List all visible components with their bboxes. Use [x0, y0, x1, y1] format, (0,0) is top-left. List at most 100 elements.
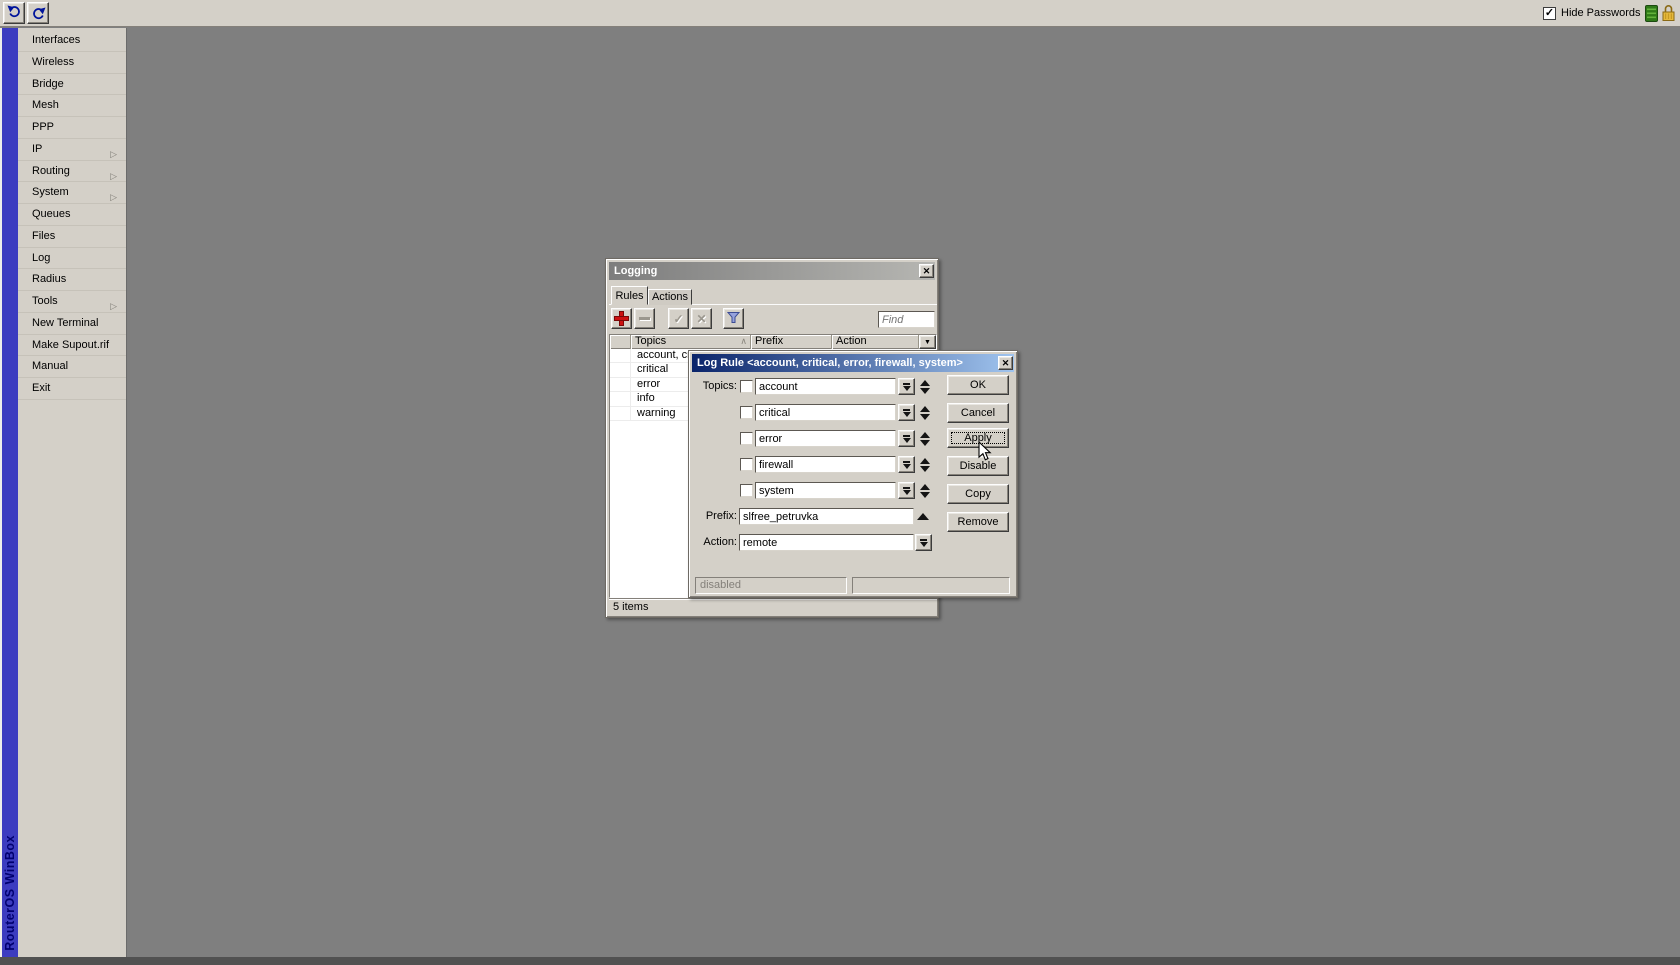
filter-button[interactable] [723, 308, 744, 329]
redo-button[interactable] [27, 2, 49, 24]
column-options-button[interactable]: ▼ [919, 335, 936, 349]
sidebar-item-mesh[interactable]: Mesh [18, 95, 126, 117]
sidebar-item-label: Routing [32, 165, 70, 177]
items-count-statusbar: 5 items [609, 598, 937, 616]
topic-checkbox[interactable] [740, 458, 753, 471]
log-rule-dialog-titlebar[interactable]: Log Rule <account, critical, error, fire… [692, 354, 1014, 372]
sidebar-item-files[interactable]: Files [18, 226, 126, 248]
dialog-close-button[interactable]: ✕ [998, 356, 1013, 370]
row-flag-cell [610, 392, 631, 405]
topic-input[interactable] [755, 482, 896, 499]
sidebar-item-make-supout[interactable]: Make Supout.rif [18, 335, 126, 357]
rule-state-text: disabled [700, 579, 741, 591]
topic-checkbox[interactable] [740, 406, 753, 419]
sidebar-item-ip[interactable]: IP▷ [18, 139, 126, 161]
sidebar-item-system[interactable]: System▷ [18, 182, 126, 204]
main-menu-sidebar: Interfaces Wireless Bridge Mesh PPP IP▷ … [18, 28, 127, 957]
sidebar-item-ppp[interactable]: PPP [18, 117, 126, 139]
cross-icon: ✕ [696, 312, 706, 326]
topic-spinner[interactable] [918, 430, 931, 447]
logging-window-titlebar[interactable]: Logging [609, 262, 935, 280]
column-label: Action [836, 335, 867, 349]
hide-passwords-checkbox[interactable]: ✓ [1543, 7, 1556, 20]
tab-label: Actions [652, 291, 688, 303]
collapse-up-icon[interactable] [917, 513, 929, 520]
ok-button[interactable]: OK [947, 375, 1009, 395]
column-header-prefix[interactable]: Prefix [751, 335, 832, 349]
sidebar-item-label: Radius [32, 273, 66, 285]
spinner-down-icon [920, 440, 930, 446]
topic-dropdown-button[interactable] [898, 404, 915, 421]
sidebar-item-routing[interactable]: Routing▷ [18, 161, 126, 183]
sidebar-item-label: Wireless [32, 56, 74, 68]
dropdown-list-icon [903, 435, 910, 437]
cancel-button[interactable]: Cancel [947, 403, 1009, 423]
topic-spinner[interactable] [918, 378, 931, 395]
tab-rules[interactable]: Rules [611, 286, 648, 305]
topic-dropdown-button[interactable] [898, 430, 915, 447]
close-icon: ✕ [923, 266, 931, 276]
sidebar-item-label: Queues [32, 208, 71, 220]
sidebar-item-new-terminal[interactable]: New Terminal [18, 313, 126, 335]
sidebar-item-log[interactable]: Log [18, 248, 126, 270]
undo-icon [7, 4, 22, 22]
sidebar-item-radius[interactable]: Radius [18, 269, 126, 291]
prefix-input[interactable] [739, 508, 914, 525]
spinner-up-icon [920, 380, 930, 386]
action-input[interactable] [739, 534, 914, 551]
action-dropdown-button[interactable] [915, 534, 932, 551]
topic-spinner[interactable] [918, 482, 931, 499]
row-flag-cell [610, 363, 631, 376]
copy-button[interactable]: Copy [947, 484, 1009, 504]
mouse-cursor [978, 441, 993, 465]
find-input[interactable] [878, 311, 935, 328]
remove-rule-button[interactable] [634, 308, 655, 329]
topic-dropdown-button[interactable] [898, 456, 915, 473]
column-header-flags[interactable] [610, 335, 631, 349]
sidebar-item-label: Exit [32, 382, 50, 394]
topic-dropdown-button[interactable] [898, 482, 915, 499]
tab-actions[interactable]: Actions [648, 289, 692, 305]
topic-checkbox[interactable] [740, 484, 753, 497]
top-toolbar: ✓ Hide Passwords [0, 0, 1680, 27]
sidebar-item-bridge[interactable]: Bridge [18, 74, 126, 96]
logging-close-button[interactable]: ✕ [919, 264, 934, 278]
topic-checkbox[interactable] [740, 432, 753, 445]
column-header-topics[interactable]: Topics ∧ [631, 335, 751, 349]
remove-button[interactable]: Remove [947, 512, 1009, 532]
button-label: Cancel [961, 407, 995, 419]
topic-spinner[interactable] [918, 456, 931, 473]
sidebar-item-exit[interactable]: Exit [18, 378, 126, 400]
disable-rule-button[interactable]: ✕ [691, 308, 712, 329]
spinner-down-icon [920, 388, 930, 394]
row-flag-cell [610, 407, 631, 420]
secure-lock-icon [1661, 4, 1676, 25]
column-label: Prefix [755, 335, 783, 349]
sidebar-item-label: Log [32, 252, 50, 264]
topic-dropdown-button[interactable] [898, 378, 915, 395]
sidebar-item-manual[interactable]: Manual [18, 356, 126, 378]
topic-spinner[interactable] [918, 404, 931, 421]
sidebar-item-queues[interactable]: Queues [18, 204, 126, 226]
close-icon: ✕ [1002, 358, 1010, 368]
topic-input[interactable] [755, 456, 896, 473]
rule-extra-panel [852, 577, 1010, 594]
topic-input[interactable] [755, 430, 896, 447]
sidebar-item-wireless[interactable]: Wireless [18, 52, 126, 74]
topic-input[interactable] [755, 404, 896, 421]
dropdown-list-icon [903, 461, 910, 463]
connection-status-icon [1645, 5, 1658, 25]
add-rule-button[interactable] [611, 308, 632, 329]
topic-checkbox[interactable] [740, 380, 753, 393]
sidebar-item-tools[interactable]: Tools▷ [18, 291, 126, 313]
column-header-action[interactable]: Action [832, 335, 919, 349]
redo-icon [31, 6, 46, 21]
sidebar-item-interfaces[interactable]: Interfaces [18, 30, 126, 52]
chevron-down-icon: ▼ [924, 339, 931, 346]
undo-button[interactable] [3, 2, 25, 24]
enable-rule-button[interactable]: ✓ [668, 308, 689, 329]
plus-icon [615, 312, 628, 325]
topic-input[interactable] [755, 378, 896, 395]
column-label: Topics [635, 335, 666, 349]
checkmark-icon: ✓ [1545, 7, 1554, 19]
